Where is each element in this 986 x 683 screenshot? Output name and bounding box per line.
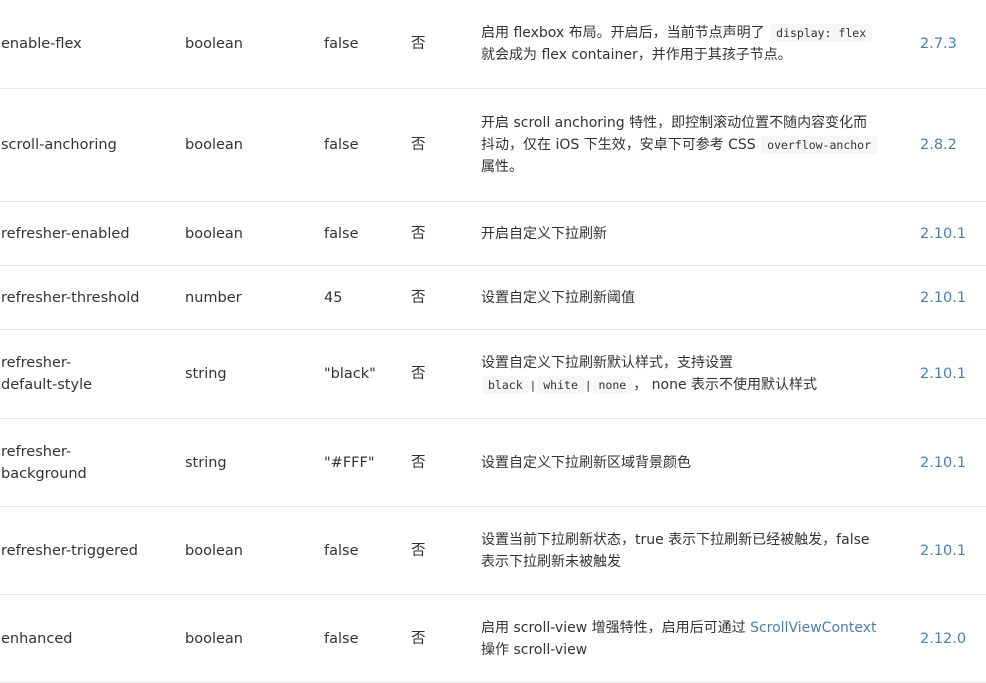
attr-default: "black" — [324, 366, 376, 382]
attributes-table: enable-flex boolean false 否 启用 flexbox 布… — [0, 0, 986, 683]
attr-default: 45 — [324, 289, 343, 306]
scrollviewcontext-link[interactable]: ScrollViewContext — [750, 620, 876, 636]
desc-text: 属性。 — [481, 159, 523, 175]
attr-version-link[interactable]: 2.7.3 — [920, 0, 980, 88]
attr-type: string — [185, 454, 227, 471]
attr-name: enhanced — [1, 630, 73, 647]
attr-required: 否 — [411, 454, 426, 471]
attr-version-link[interactable]: 2.8.2 — [920, 89, 980, 201]
attr-required: 否 — [411, 289, 426, 306]
desc-text: 设置自定义下拉刷新默认样式，支持设置 — [481, 354, 733, 371]
attr-default: false — [324, 137, 359, 153]
desc-text: ， none 表示不使用默认样式 — [633, 376, 818, 393]
attr-description: 开启 scroll anchoring 特性，即控制滚动位置不随内容变化而抖动，… — [481, 89, 891, 201]
table-row: enhanced boolean false 否 启用 scroll-view … — [0, 595, 986, 683]
attr-default: false — [324, 630, 359, 647]
attr-version-link[interactable]: 2.12.0 — [920, 595, 980, 682]
attr-type: boolean — [185, 137, 243, 153]
attr-required: 否 — [411, 366, 426, 382]
attr-version-link[interactable]: 2.10.1 — [920, 202, 980, 265]
desc-text: 操作 scroll-view — [481, 641, 588, 658]
attr-description: 设置自定义下拉刷新阈值 — [481, 289, 635, 306]
attr-name: refresher-default-style — [1, 330, 151, 418]
attr-description: 启用 flexbox 布局。开启后，当前节点声明了 display: flex … — [481, 0, 891, 88]
attr-type: string — [185, 366, 227, 382]
attr-name: enable-flex — [1, 36, 82, 52]
attr-name-text: refresher-background — [1, 443, 87, 482]
desc-text: 启用 flexbox 布局。开启后，当前节点声明了 — [481, 25, 770, 41]
attr-type: number — [185, 289, 242, 306]
code-separator: | — [529, 378, 537, 392]
attr-name: refresher-threshold — [1, 289, 140, 306]
attr-description: 开启自定义下拉刷新 — [481, 225, 607, 242]
attr-required: 否 — [411, 225, 426, 242]
inline-code: overflow-anchor — [761, 136, 878, 154]
inline-code: white — [537, 375, 584, 394]
attr-required: 否 — [411, 542, 426, 559]
inline-code: none — [592, 375, 633, 394]
attr-default: false — [324, 542, 359, 559]
table-row: refresher-default-style string "black" 否… — [0, 330, 986, 419]
attr-version-link[interactable]: 2.10.1 — [920, 330, 980, 418]
attr-required: 否 — [411, 137, 426, 153]
attr-name: refresher-triggered — [1, 542, 138, 559]
attr-description: 设置自定义下拉刷新区域背景颜色 — [481, 454, 691, 471]
attr-default: "#FFF" — [324, 454, 375, 471]
attr-required: 否 — [411, 630, 426, 647]
attr-version-link[interactable]: 2.10.1 — [920, 419, 980, 506]
attr-type: boolean — [185, 542, 243, 559]
attr-description: 设置当前下拉刷新状态，true 表示下拉刷新已经被触发，false 表示下拉刷新… — [481, 507, 891, 594]
inline-code: display: flex — [770, 24, 873, 42]
attr-default: false — [324, 36, 359, 52]
table-row: refresher-background string "#FFF" 否 设置自… — [0, 419, 986, 507]
attr-type: boolean — [185, 630, 243, 647]
code-separator: | — [584, 378, 592, 392]
table-row: refresher-triggered boolean false 否 设置当前… — [0, 507, 986, 595]
desc-text: 就会成为 flex container，并作用于其孩子节点。 — [481, 47, 792, 63]
attr-name: scroll-anchoring — [1, 137, 117, 153]
attr-description: 设置自定义下拉刷新默认样式，支持设置 black | white | none， non… — [481, 330, 891, 418]
attr-required: 否 — [411, 36, 426, 52]
attr-type: boolean — [185, 225, 243, 242]
table-row: refresher-threshold number 45 否 设置自定义下拉刷… — [0, 266, 986, 330]
table-row: scroll-anchoring boolean false 否 开启 scro… — [0, 89, 986, 202]
attr-type: boolean — [185, 36, 243, 52]
desc-text: 设置当前下拉刷新状态，true 表示下拉刷新已经被触发，false 表示下拉刷新… — [481, 531, 870, 570]
attr-description: 启用 scroll-view 增强特性，启用后可通过 ScrollViewCon… — [481, 595, 891, 682]
attr-name: refresher-enabled — [1, 225, 130, 242]
inline-code: black — [482, 375, 529, 394]
attr-version-link[interactable]: 2.10.1 — [920, 266, 980, 329]
desc-text: 启用 scroll-view 增强特性，启用后可通过 — [481, 619, 751, 636]
attr-version-link[interactable]: 2.10.1 — [920, 507, 980, 594]
attr-name: refresher-background — [1, 419, 151, 506]
table-row: refresher-enabled boolean false 否 开启自定义下… — [0, 202, 986, 266]
attr-name-text: refresher-default-style — [1, 355, 93, 393]
attr-default: false — [324, 225, 359, 242]
table-row: enable-flex boolean false 否 启用 flexbox 布… — [0, 0, 986, 89]
